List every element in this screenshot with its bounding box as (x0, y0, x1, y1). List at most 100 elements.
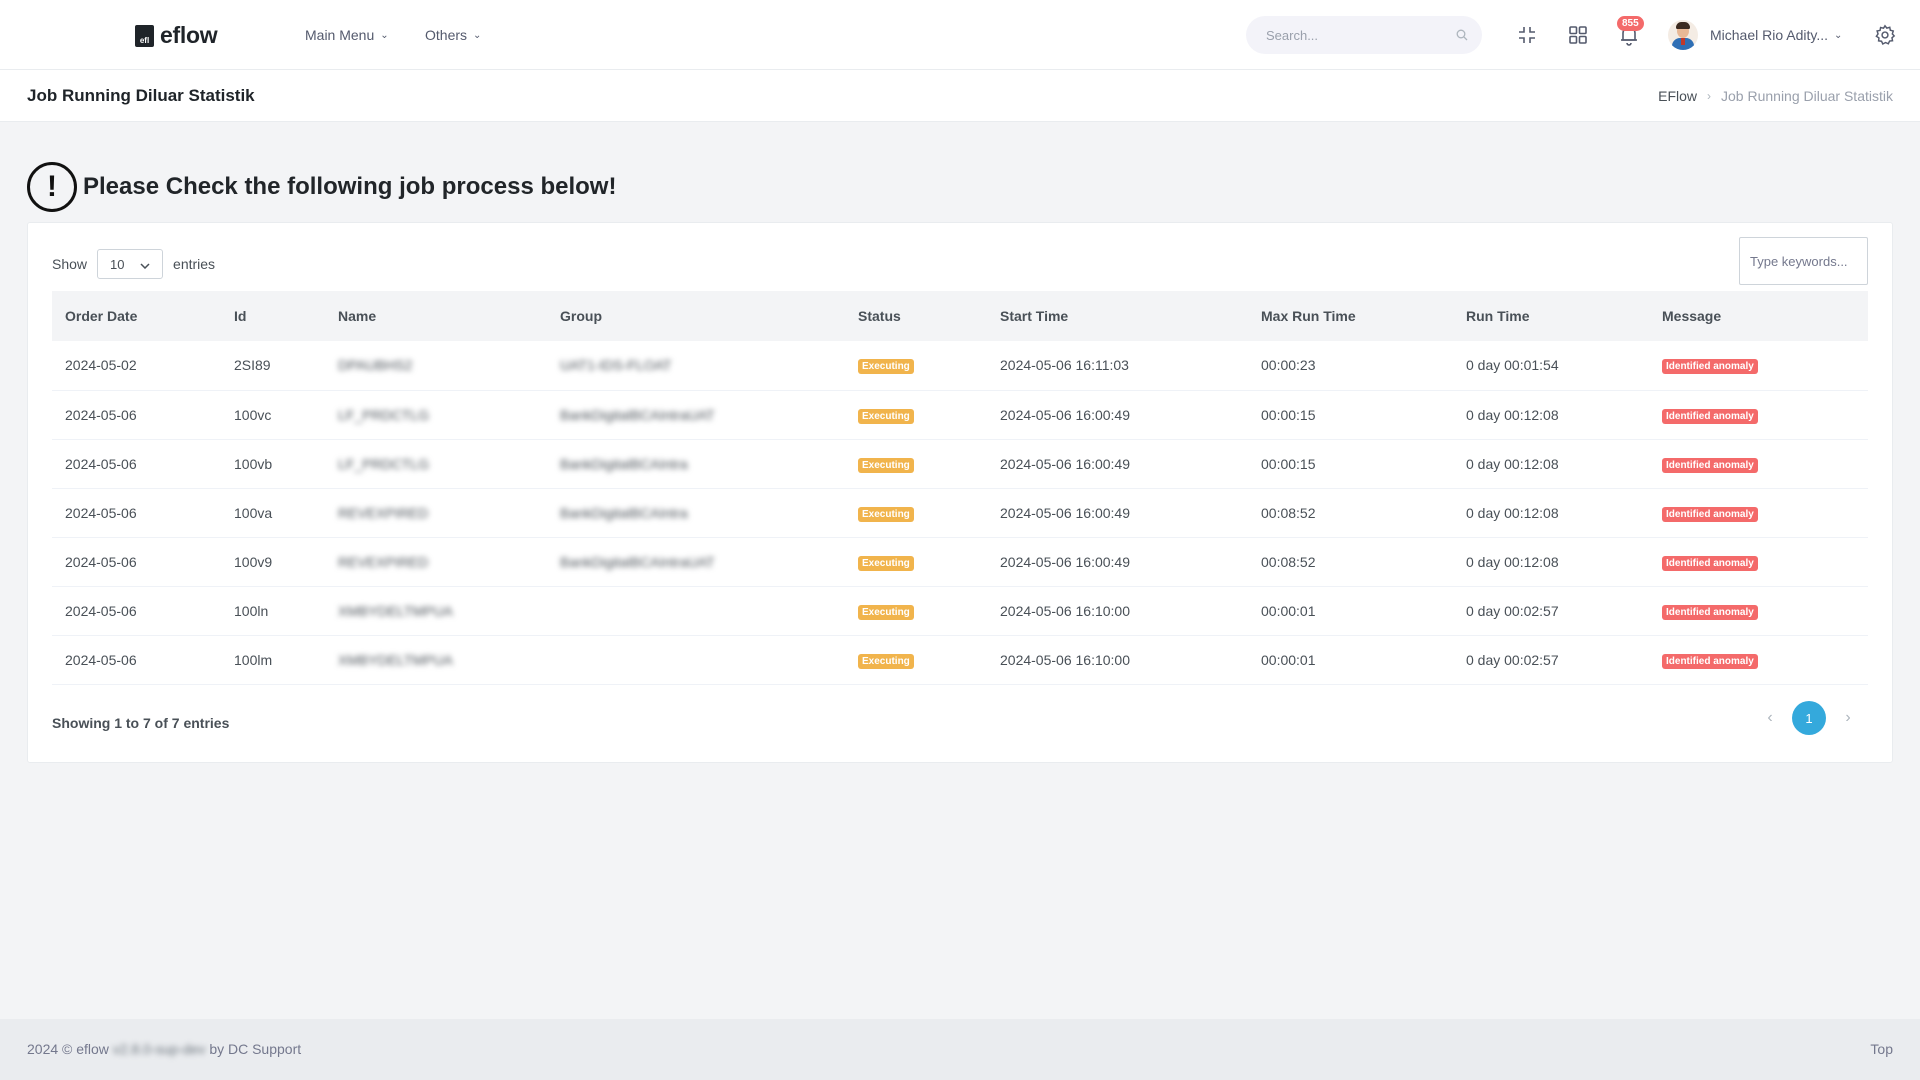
breadcrumb-home-link[interactable]: EFlow (1658, 88, 1697, 104)
next-page-icon[interactable]: › (1828, 709, 1868, 727)
cell-max-run-time: 00:00:01 (1261, 602, 1316, 619)
apps-grid-icon[interactable] (1566, 23, 1590, 47)
cell-status: Executing (845, 635, 987, 684)
cell-order-date: 2024-05-06 (65, 455, 137, 472)
gear-icon[interactable] (1873, 23, 1897, 47)
column-header-status[interactable]: Status (845, 291, 987, 341)
cell-message: Identified anomaly (1649, 635, 1868, 684)
footer: 2024 © eflow v2.8.0-sup-dev by DC Suppor… (0, 1019, 1920, 1080)
cell-start-time: 2024-05-06 16:00:49 (1000, 406, 1130, 423)
status-badge: Executing (858, 506, 914, 522)
column-header-group[interactable]: Group (547, 291, 845, 341)
status-badge: Executing (858, 555, 914, 571)
table-row[interactable]: 2024-05-06 100va REVEXPIRED BankDigitalB… (52, 488, 1868, 537)
cell-group: UAT1-IDS-FLOAT (560, 357, 672, 374)
footer-version: v2.8.0-sup-dev (112, 1041, 206, 1057)
cell-message: Identified anomaly (1649, 439, 1868, 488)
cell-max-run-time: 00:08:52 (1261, 504, 1316, 521)
cell-group: BankDigitalBCAIntra (560, 504, 688, 521)
cell-name: XMBYDELTMPUA (338, 651, 453, 668)
table-row[interactable]: 2024-05-06 100lm XMBYDELTMPUA Executing … (52, 635, 1868, 684)
message-badge: Identified anomaly (1662, 653, 1758, 669)
status-badge: Executing (858, 359, 914, 375)
status-badge: Executing (858, 457, 914, 473)
nav-main-menu[interactable]: Main Menu ⌄ (305, 27, 389, 43)
column-header-run-time[interactable]: Run Time (1453, 291, 1649, 341)
table-row[interactable]: 2024-05-06 100vc LF_PRDCTLG BankDigitalB… (52, 390, 1868, 439)
search-box (1246, 16, 1482, 54)
nav-others-menu[interactable]: Others ⌄ (425, 27, 481, 43)
cell-start-time: 2024-05-06 16:11:03 (1000, 357, 1129, 374)
cell-order-date: 2024-05-06 (65, 602, 137, 619)
table-row[interactable]: 2024-05-02 2SI89 DPAUBHS2 UAT1-IDS-FLOAT… (52, 341, 1868, 390)
breadcrumb: EFlow › Job Running Diluar Statistik (1658, 88, 1893, 104)
cell-status: Executing (845, 439, 987, 488)
page-title-bar: Job Running Diluar Statistik EFlow › Job… (0, 70, 1920, 122)
cell-id: 100v9 (234, 553, 273, 570)
cell-message: Identified anomaly (1649, 586, 1868, 635)
show-label: Show (52, 256, 88, 272)
cell-run-time: 0 day 00:02:57 (1466, 651, 1559, 668)
cell-order-date: 2024-05-06 (65, 553, 137, 570)
footer-prefix: 2024 © eflow (27, 1041, 109, 1057)
jobs-card: Show 10 entries Order Date Id Name Group… (27, 222, 1893, 763)
cell-message: Identified anomaly (1649, 390, 1868, 439)
pagination: ‹ 1 › (1750, 701, 1868, 735)
search-icon[interactable] (1456, 29, 1468, 41)
status-badge: Executing (858, 653, 914, 669)
cell-group: BankDigitalBCAIntraUAT (560, 406, 715, 423)
table-header-row: Order Date Id Name Group Status Start Ti… (52, 291, 1868, 341)
fullscreen-exit-icon[interactable] (1515, 23, 1539, 47)
status-badge: Executing (858, 604, 914, 620)
column-header-message[interactable]: Message (1649, 291, 1868, 341)
column-header-max-run-time[interactable]: Max Run Time (1248, 291, 1453, 341)
cell-group: BankDigitalBCAIntraUAT (560, 553, 715, 570)
cell-max-run-time: 00:00:01 (1261, 651, 1316, 668)
cell-run-time: 0 day 00:01:54 (1466, 357, 1559, 374)
table-row[interactable]: 2024-05-06 100ln XMBYDELTMPUA Executing … (52, 586, 1868, 635)
message-badge: Identified anomaly (1662, 408, 1758, 424)
entries-select[interactable]: 10 (97, 249, 164, 279)
user-menu[interactable]: Michael Rio Adity... ⌄ (1668, 20, 1842, 50)
column-header-id[interactable]: Id (221, 291, 325, 341)
user-name: Michael Rio Adity... (1710, 27, 1829, 43)
footer-suffix: by DC Support (209, 1041, 302, 1057)
column-header-order-date[interactable]: Order Date (52, 291, 221, 341)
chevron-down-icon: ⌄ (1834, 29, 1843, 41)
cell-run-time: 0 day 00:12:08 (1466, 406, 1559, 423)
cell-name: DPAUBHS2 (338, 357, 413, 374)
cell-group (547, 586, 845, 635)
chevron-down-icon (140, 257, 150, 272)
cell-id: 100lm (234, 651, 273, 668)
chevron-down-icon: ⌄ (473, 29, 482, 41)
breadcrumb-current: Job Running Diluar Statistik (1721, 88, 1893, 104)
logo-text: eflow (160, 22, 218, 48)
cell-id: 100va (234, 504, 273, 521)
cell-id: 100ln (234, 602, 269, 619)
logo[interactable]: efl eflow (135, 22, 218, 49)
message-badge: Identified anomaly (1662, 359, 1758, 375)
entries-select-value: 10 (110, 256, 125, 272)
table-row[interactable]: 2024-05-06 100vb LF_PRDCTLG BankDigitalB… (52, 439, 1868, 488)
prev-page-icon[interactable]: ‹ (1750, 709, 1790, 727)
breadcrumb-separator-icon: › (1707, 89, 1712, 103)
page-title: Job Running Diluar Statistik (27, 86, 255, 105)
topbar: efl eflow Main Menu ⌄ Others ⌄ 855 (0, 0, 1920, 70)
column-header-start-time[interactable]: Start Time (987, 291, 1248, 341)
entries-length-control: Show 10 entries (52, 249, 215, 279)
entries-label: entries (173, 256, 216, 272)
cell-status: Executing (845, 390, 987, 439)
cell-start-time: 2024-05-06 16:10:00 (1000, 602, 1130, 619)
cell-name: XMBYDELTMPUA (338, 602, 453, 619)
column-header-name[interactable]: Name (325, 291, 547, 341)
table-info: Showing 1 to 7 of 7 entries (52, 715, 230, 731)
table-row[interactable]: 2024-05-06 100v9 REVEXPIRED BankDigitalB… (52, 537, 1868, 586)
page-1-button[interactable]: 1 (1792, 701, 1826, 735)
avatar (1668, 20, 1698, 50)
status-badge: Executing (858, 408, 914, 424)
notification-badge: 855 (1617, 16, 1644, 31)
search-input[interactable] (1266, 27, 1456, 43)
footer-top-link[interactable]: Top (1870, 1041, 1893, 1057)
cell-run-time: 0 day 00:12:08 (1466, 504, 1559, 521)
keyword-search-input[interactable] (1739, 237, 1868, 285)
